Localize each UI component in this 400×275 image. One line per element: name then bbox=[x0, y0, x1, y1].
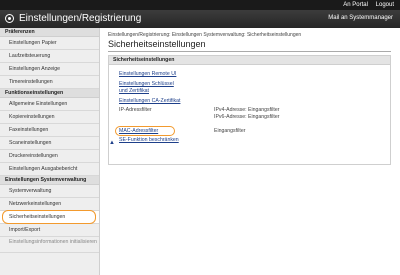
app-title: Einstellungen/Registrierung bbox=[19, 13, 142, 24]
remote-ui-settings-link[interactable]: Einstellungen Remote UI bbox=[119, 71, 176, 78]
sidebar-item-general-settings[interactable]: Allgemeine Einstellungen bbox=[0, 98, 99, 111]
sidebar-item-security-settings[interactable]: Sicherheitseinstellungen bbox=[0, 210, 99, 224]
top-links: An Portal Logout bbox=[337, 2, 394, 8]
main-content: Einstellungen/Registrierung: Einstellung… bbox=[100, 28, 400, 275]
settings-row: MAC-Adressfilter Eingangsfilter bbox=[109, 126, 390, 136]
mac-filter-info: Eingangsfilter bbox=[214, 127, 246, 134]
sidebar-section-heading: Funktionseinstellungen bbox=[0, 89, 99, 98]
portal-link[interactable]: An Portal bbox=[343, 2, 368, 8]
sidebar-item-import-export[interactable]: Import/Export bbox=[0, 224, 99, 237]
logout-link[interactable]: Logout bbox=[376, 2, 394, 8]
panel-heading: Sicherheitseinstellungen bbox=[109, 56, 390, 65]
ca-certificate-settings-link[interactable]: Einstellungen CA-Zertifikat bbox=[119, 98, 180, 105]
ip-address-filter-link[interactable]: IP-Adressfilter bbox=[119, 107, 152, 114]
title-divider bbox=[108, 51, 391, 52]
sidebar-item-paper-settings[interactable]: Einstellungen Papier bbox=[0, 37, 99, 50]
sidebar-section-heading: Präferenzen bbox=[0, 28, 99, 37]
mac-address-filter-link[interactable]: MAC-Adressfilter bbox=[119, 128, 158, 135]
app-header: Einstellungen/Registrierung Mail an Syst… bbox=[0, 10, 400, 28]
sidebar-item-copy-settings[interactable]: Kopiereinstellungen bbox=[0, 111, 99, 124]
sidebar-item-output-report[interactable]: Einstellungen Ausgabebericht bbox=[0, 163, 99, 176]
key-certificate-settings-link[interactable]: Einstellungen Schlüssel und Zertifikat bbox=[119, 81, 179, 95]
sidebar-item-printer-settings[interactable]: Druckereinstellungen bbox=[0, 150, 99, 163]
sidebar: Präferenzen Einstellungen Papier Laufzei… bbox=[0, 28, 100, 275]
breadcrumb: Einstellungen/Registrierung: Einstellung… bbox=[108, 32, 302, 38]
mail-system-manager-link[interactable]: Mail an Systemmanager bbox=[328, 15, 393, 21]
sidebar-item-system-management[interactable]: Systemverwaltung bbox=[0, 185, 99, 198]
page-title: Sicherheitseinstellungen bbox=[108, 39, 206, 49]
sidebar-item-display-settings[interactable]: Einstellungen Anzeige bbox=[0, 63, 99, 76]
top-bar: An Portal Logout bbox=[0, 0, 400, 10]
sidebar-section-heading: Einstellungen Systemverwaltung bbox=[0, 176, 99, 185]
sidebar-item-fax-settings[interactable]: Faxeinstellungen bbox=[0, 124, 99, 137]
sidebar-item-timer-settings[interactable]: Timereinstellungen bbox=[0, 76, 99, 89]
se-function-restrict-link[interactable]: SE-Funktion beschränken bbox=[119, 137, 179, 144]
ipv6-filter-info: IPv6-Adresse: Eingangsfilter bbox=[214, 114, 280, 120]
settings-logo-icon bbox=[5, 14, 14, 23]
back-to-top-icon[interactable]: ▲ bbox=[109, 140, 115, 146]
sidebar-item-scan-settings[interactable]: Scaneinstellungen bbox=[0, 137, 99, 150]
sidebar-item-initialize-settings[interactable]: Einstellungsinformationen initialisieren bbox=[0, 237, 99, 253]
sidebar-item-runtime-control[interactable]: Laufzeitsteuerung bbox=[0, 50, 99, 63]
security-settings-panel: Sicherheitseinstellungen Einstellungen R… bbox=[108, 55, 391, 165]
ipv4-filter-info: IPv4-Adresse: Eingangsfilter bbox=[214, 107, 280, 113]
